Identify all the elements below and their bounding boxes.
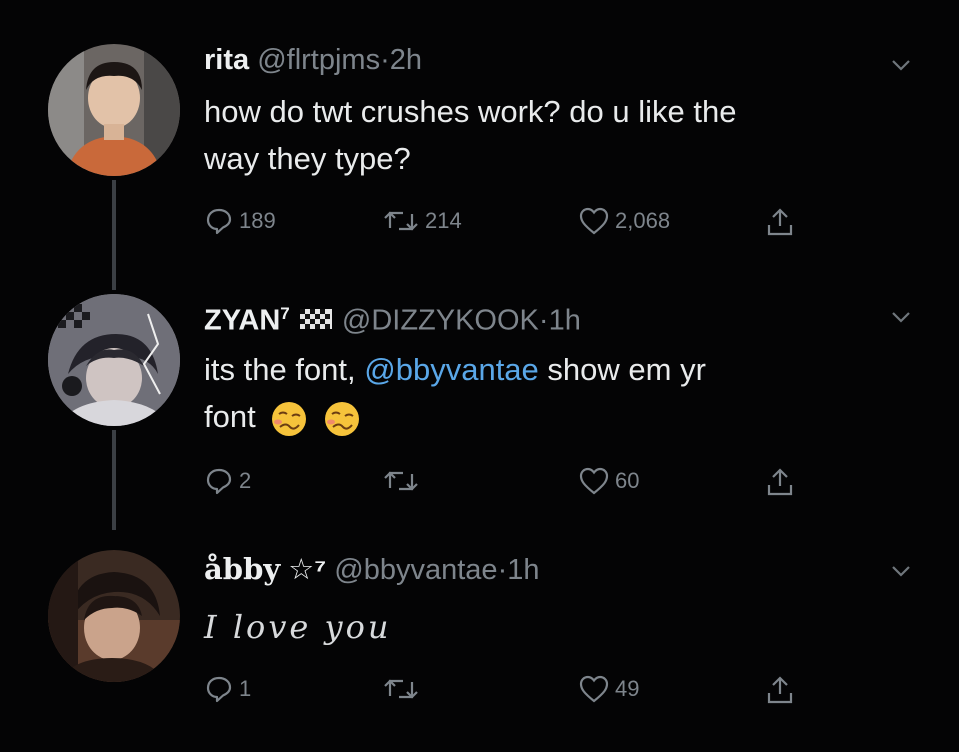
text-segment: show em yr [538, 352, 706, 387]
tweet-rita[interactable]: rita @flrtpjms·2h how do twt crushes wor… [0, 0, 959, 290]
reply-count: 2 [239, 468, 252, 493]
reply-icon [206, 208, 232, 235]
tweet-text: how do twt crushes work? do u like the w… [204, 88, 924, 182]
share-icon [767, 208, 793, 236]
like-count: 2,068 [615, 208, 671, 233]
heart-icon [579, 675, 609, 703]
like-button[interactable]: 60 [578, 466, 639, 496]
reply-icon [206, 676, 232, 703]
retweet-button[interactable] [382, 674, 425, 704]
tweet-actions: 1 49 [204, 674, 844, 714]
checkered-flag-icon [299, 308, 332, 329]
share-icon [767, 676, 793, 704]
mention-link[interactable]: @bbyvantae [364, 352, 539, 387]
retweet-button[interactable] [382, 466, 425, 496]
chevron-down-icon[interactable] [888, 304, 914, 330]
retweet-icon [384, 211, 418, 231]
share-button[interactable] [764, 206, 796, 238]
tweet-actions: 2 60 [204, 466, 844, 506]
tweet-text-line: font [204, 393, 924, 440]
tweet-text: I love you [204, 608, 392, 646]
share-button[interactable] [764, 674, 796, 706]
share-icon [767, 468, 793, 496]
woozy-face-icon [272, 401, 307, 436]
share-button[interactable] [764, 466, 796, 498]
tweet-text: its the font, @bbyvantae show em yr font [204, 346, 924, 440]
timestamp[interactable]: 2h [390, 44, 422, 76]
retweet-count: 214 [425, 208, 462, 233]
retweet-icon [384, 679, 418, 699]
tweet-text-line: way they type? [204, 141, 411, 176]
reply-count: 189 [239, 208, 276, 233]
display-name[interactable]: rita [204, 44, 249, 76]
name-suffix: ☆⁷ [288, 554, 327, 586]
thread-line [112, 180, 116, 290]
text-segment: its the font, [204, 352, 365, 387]
reply-button[interactable]: 189 [204, 206, 276, 236]
handle[interactable]: @bbyvantae [334, 554, 497, 586]
tweet-text-line: how do twt crushes work? do u like the [204, 94, 737, 129]
heart-icon [579, 207, 609, 235]
handle[interactable]: @flrtpjms [257, 44, 380, 76]
retweet-button[interactable]: 214 [382, 206, 462, 236]
reply-button[interactable]: 1 [204, 674, 251, 704]
reply-icon [206, 468, 232, 495]
avatar[interactable] [48, 294, 180, 426]
display-name[interactable]: ZYAN [204, 305, 280, 337]
tweet-actions: 189 214 2,068 [204, 206, 844, 246]
tweet-header: åbby ☆⁷ @bbyvantae·1h [204, 552, 540, 586]
chevron-down-icon[interactable] [888, 52, 914, 78]
like-count: 49 [615, 676, 640, 701]
like-button[interactable]: 2,068 [578, 206, 670, 236]
tweet-abby[interactable]: åbby ☆⁷ @bbyvantae·1h I love you 1 49 [0, 530, 959, 752]
display-name[interactable]: åbby [204, 552, 280, 586]
tweet-header: rita @flrtpjms·2h [204, 44, 423, 76]
tweet-zyan[interactable]: ZYAN7 @DIZZYKOOK·1h its the font, @bbyva… [0, 290, 959, 530]
timestamp[interactable]: 1h [549, 305, 581, 337]
timestamp[interactable]: 1h [507, 554, 539, 586]
handle[interactable]: @DIZZYKOOK [342, 305, 539, 337]
like-button[interactable]: 49 [578, 674, 639, 704]
woozy-face-icon [324, 401, 359, 436]
reply-button[interactable]: 2 [204, 466, 251, 496]
thread-line [112, 430, 116, 530]
avatar[interactable] [48, 44, 180, 176]
text-segment: font [204, 399, 256, 434]
tweet-header: ZYAN7 @DIZZYKOOK·1h [204, 304, 581, 337]
name-suffix: 7 [280, 304, 290, 323]
like-count: 60 [615, 468, 640, 493]
reply-count: 1 [239, 676, 252, 701]
avatar[interactable] [48, 550, 180, 682]
heart-icon [579, 467, 609, 495]
retweet-icon [384, 471, 418, 491]
chevron-down-icon[interactable] [888, 558, 914, 584]
tweet-text-line: its the font, @bbyvantae show em yr [204, 346, 924, 393]
